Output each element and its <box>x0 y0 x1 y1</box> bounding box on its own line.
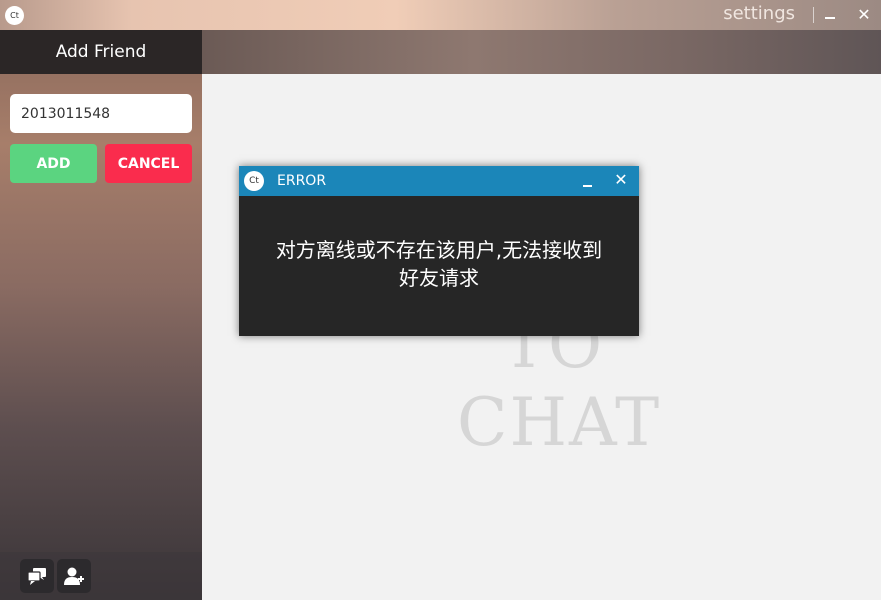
title-bar: Ct settings ✕ <box>0 0 881 30</box>
chat-icon[interactable] <box>20 559 54 593</box>
sidebar-header: Add Friend <box>0 30 202 74</box>
dialog-close-icon[interactable]: ✕ <box>613 172 629 188</box>
dialog-logo: Ct <box>244 171 264 191</box>
chat-area: Y TO CHAT <box>202 74 881 600</box>
cancel-button[interactable]: CANCEL <box>105 144 192 183</box>
friend-id-input[interactable] <box>10 94 192 133</box>
sidebar: Add Friend ADD CANCEL <box>0 30 202 600</box>
dialog-minimize-icon[interactable] <box>581 175 595 189</box>
watermark-line-3: CHAT <box>457 384 662 461</box>
minimize-icon[interactable] <box>823 8 837 22</box>
sidebar-footer <box>0 552 202 600</box>
main-header-band <box>202 30 881 74</box>
dialog-title-bar[interactable]: Ct ERROR ✕ <box>239 166 639 196</box>
close-icon[interactable]: ✕ <box>856 7 872 23</box>
error-dialog: Ct ERROR ✕ 对方离线或不存在该用户,无法接收到好友请求 <box>239 166 639 336</box>
title-bar-divider <box>813 7 814 23</box>
app-logo: Ct <box>5 6 24 25</box>
dialog-title: ERROR <box>277 173 327 189</box>
dialog-message: 对方离线或不存在该用户,无法接收到好友请求 <box>275 238 603 290</box>
add-user-icon[interactable] <box>57 559 91 593</box>
settings-link[interactable]: settings <box>723 3 795 24</box>
add-button[interactable]: ADD <box>10 144 97 183</box>
